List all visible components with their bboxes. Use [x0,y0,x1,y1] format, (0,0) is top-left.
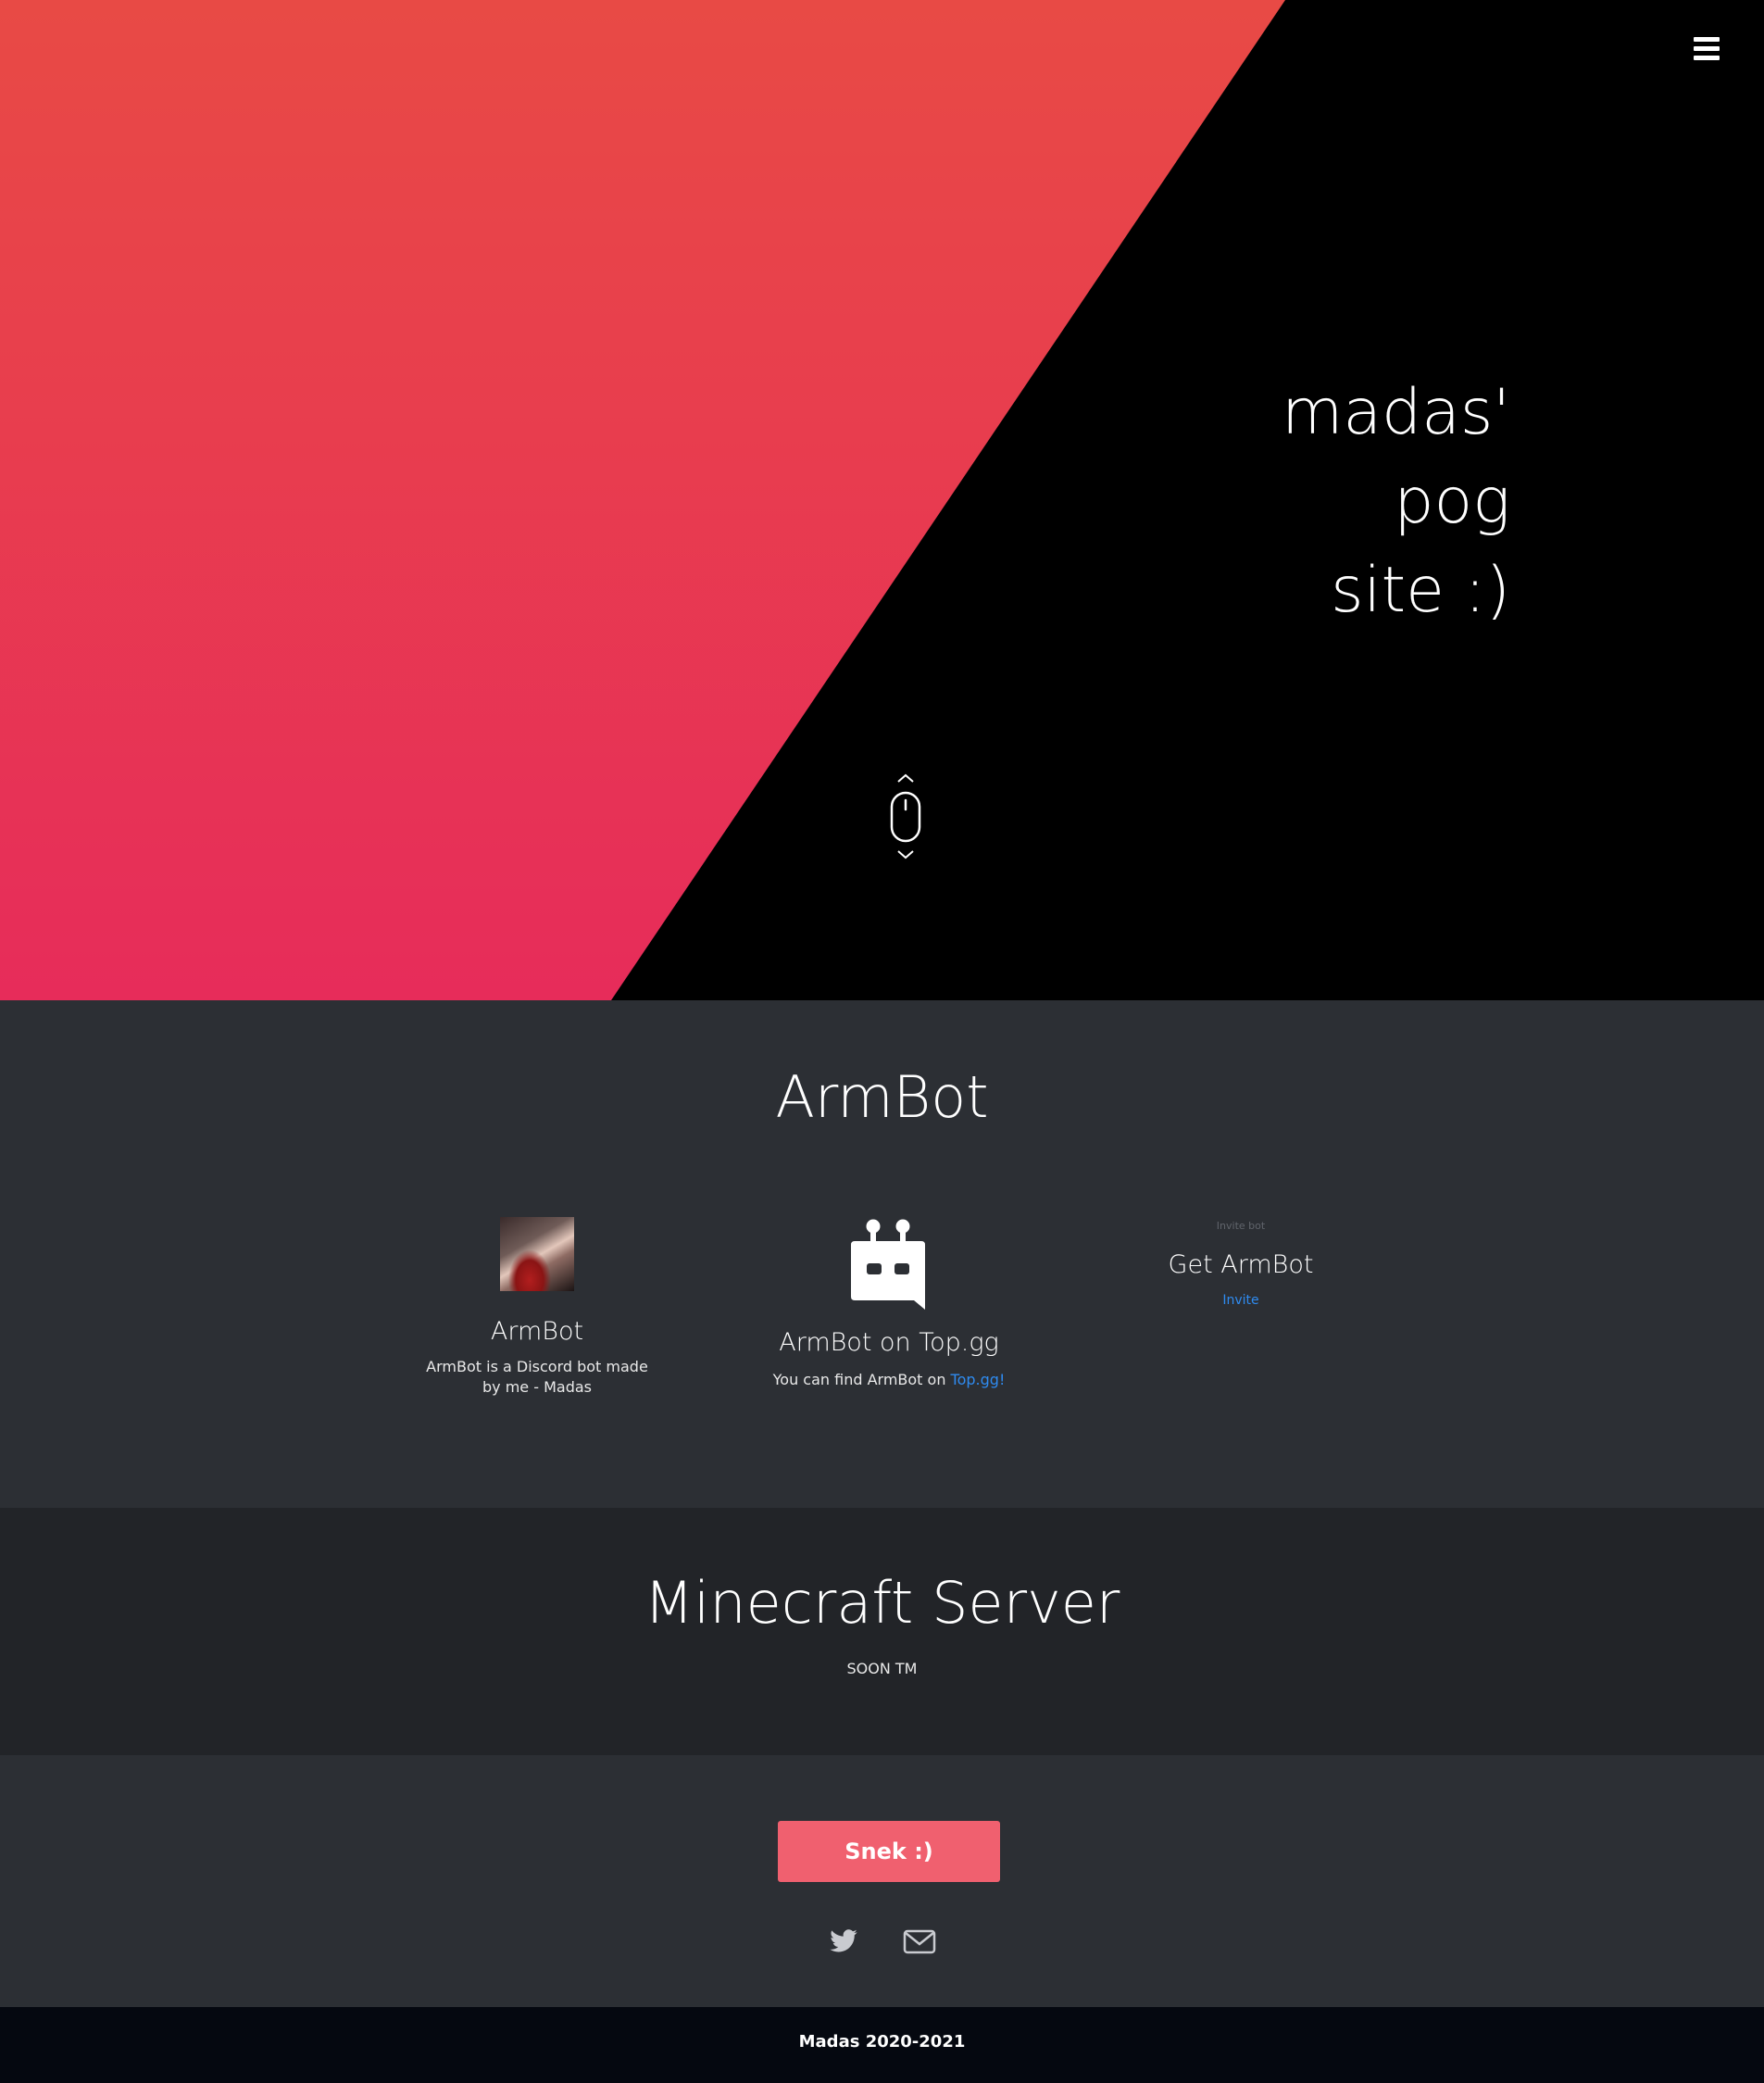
card-title: ArmBot on Top.gg [779,1328,999,1357]
armbot-section: ArmBot ArmBot ArmBot is a Discord bot ma… [0,1000,1764,1508]
armbot-avatar [500,1217,574,1291]
invite-image-alt: Invite bot [1216,1220,1266,1232]
twitter-icon[interactable] [827,1926,860,1956]
invite-card: Invite bot Get ArmBot Invite [1102,1217,1380,1311]
hero-title-line: pog [1394,465,1510,538]
topgg-link[interactable]: Top.gg! [951,1371,1006,1388]
minecraft-section: Minecraft Server SOON TM [0,1508,1764,1755]
hero-title: madas' pog site :) [1047,369,1510,635]
footer: Madas 2020-2021 [0,2007,1764,2083]
hero-title-line: site :) [1331,554,1510,627]
topgg-robot-icon [851,1219,925,1310]
hamburger-menu-icon[interactable] [1694,37,1720,61]
invite-link[interactable]: Invite [1222,1293,1258,1308]
footer-copyright: Madas 2020-2021 [798,2032,966,2052]
mail-icon[interactable] [903,1926,936,1956]
topgg-card: ArmBot on Top.gg You can find ArmBot on … [750,1217,1028,1390]
card-title: ArmBot [490,1317,584,1346]
card-text-prefix: You can find ArmBot on [772,1371,951,1388]
mouse-scroll-icon[interactable] [889,772,922,861]
card-text: You can find ArmBot on Top.gg! [750,1370,1028,1390]
card-text: Invite [1102,1290,1380,1311]
minecraft-status-text: SOON TM [846,1660,918,1677]
hero-section: madas' pog site :) [0,0,1764,1000]
cta-section: Snek :) [0,1755,1764,2007]
broken-image-icon: Invite bot [1102,1217,1380,1236]
armbot-section-title: ArmBot [775,1063,989,1131]
armbot-card: ArmBot ArmBot is a Discord bot made by m… [398,1217,676,1398]
snek-button[interactable]: Snek :) [778,1821,1000,1882]
card-title: Get ArmBot [1168,1250,1314,1279]
card-text: ArmBot is a Discord bot made by me - Mad… [426,1358,648,1396]
hero-title-line: madas' [1282,376,1510,449]
minecraft-section-title: Minecraft Server [644,1569,1120,1637]
